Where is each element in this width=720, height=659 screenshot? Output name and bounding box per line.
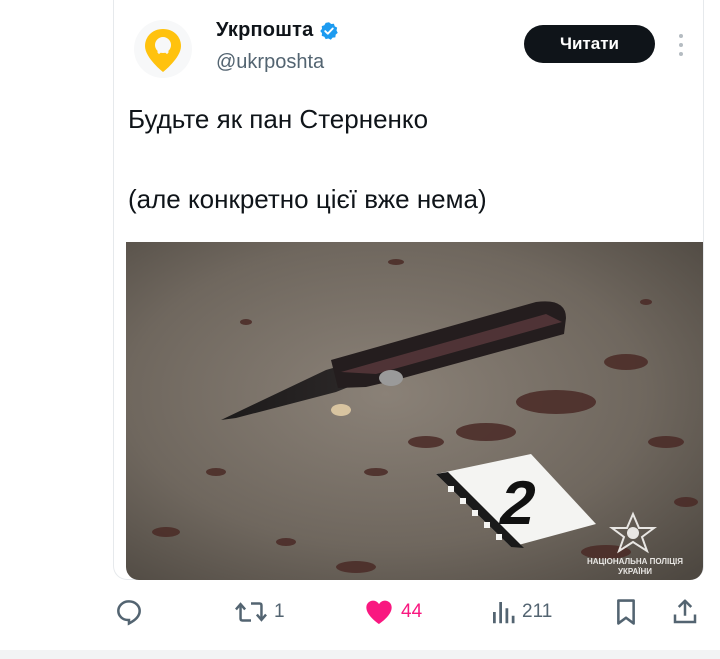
reply-icon bbox=[117, 600, 141, 626]
bookmark-button[interactable] bbox=[612, 590, 640, 634]
like-count: 44 bbox=[401, 601, 423, 622]
bottom-divider bbox=[0, 650, 720, 659]
like-button[interactable]: 44 bbox=[363, 590, 422, 634]
tweet-media-image[interactable]: 2 НАЦІОНАЛЬНА ПОЛІЦІЯ УКРАЇНИ bbox=[126, 242, 703, 580]
more-options-icon[interactable] bbox=[677, 34, 685, 56]
author-name-text[interactable]: Укрпошта bbox=[216, 19, 313, 42]
repost-count: 1 bbox=[274, 601, 285, 622]
watermark-line-2: УКРАЇНИ bbox=[618, 567, 652, 576]
share-button[interactable] bbox=[670, 590, 700, 634]
views-button[interactable]: 211 bbox=[490, 590, 552, 634]
share-icon bbox=[673, 599, 697, 624]
tweet-text-line-1: Будьте як пан Стерненко bbox=[128, 104, 429, 134]
tweet-text-line-2: (але конкретно цієї вже нема) bbox=[128, 184, 487, 214]
follow-button[interactable]: Читати bbox=[524, 25, 655, 63]
views-count: 211 bbox=[522, 601, 553, 622]
author-name[interactable]: Укрпошта bbox=[216, 19, 339, 42]
author-handle[interactable]: @ukrposhta bbox=[216, 51, 324, 74]
repost-button[interactable]: 1 bbox=[234, 590, 285, 634]
reply-button[interactable] bbox=[113, 590, 151, 634]
views-bar-chart-icon bbox=[493, 602, 515, 624]
repost-icon bbox=[235, 602, 267, 622]
heart-filled-icon bbox=[366, 600, 392, 624]
watermark-line-1: НАЦІОНАЛЬНА ПОЛІЦІЯ bbox=[587, 557, 683, 566]
bookmark-icon bbox=[617, 599, 635, 625]
tweet-actions-bar: 1 44 211 bbox=[0, 590, 720, 634]
ukrposhta-logo-icon[interactable] bbox=[134, 20, 192, 78]
verified-badge-icon bbox=[320, 21, 339, 40]
